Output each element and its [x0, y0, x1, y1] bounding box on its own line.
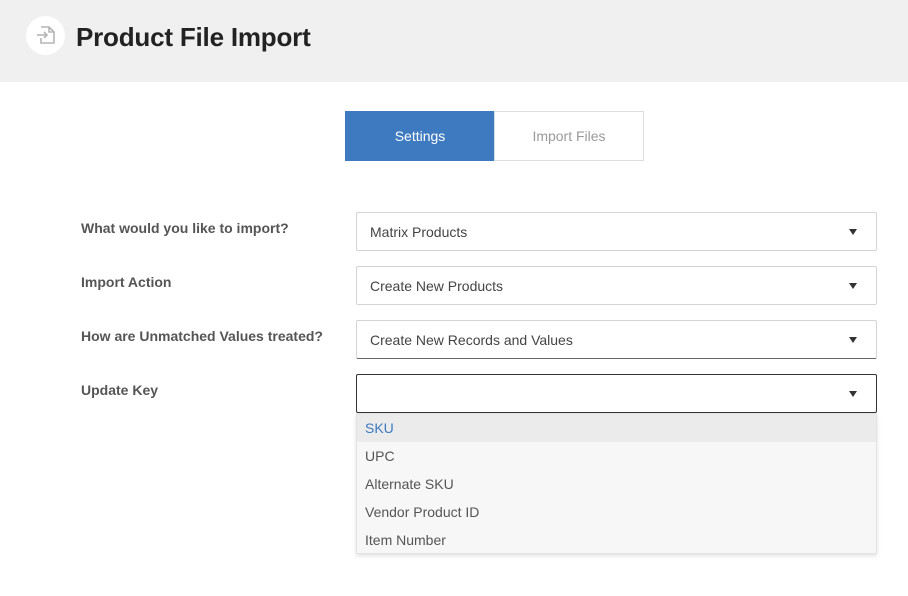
import-type-label: What would you like to import?	[81, 220, 289, 236]
tab-bar: Settings Import Files	[345, 111, 644, 161]
chevron-down-icon	[849, 391, 857, 397]
update-key-select[interactable]	[356, 374, 877, 413]
page-title: Product File Import	[76, 22, 311, 52]
file-import-icon	[37, 26, 55, 44]
dropdown-option[interactable]: UPC	[357, 442, 876, 470]
import-type-select[interactable]: Matrix Products	[356, 212, 877, 251]
import-action-select[interactable]: Create New Products	[356, 266, 877, 305]
tab-import-files[interactable]: Import Files	[494, 111, 644, 161]
chevron-down-icon	[849, 229, 857, 235]
unmatched-values-value: Create New Records and Values	[370, 331, 573, 348]
import-action-label: Import Action	[81, 274, 172, 290]
tab-settings[interactable]: Settings	[345, 111, 495, 161]
update-key-label: Update Key	[81, 382, 159, 398]
dropdown-option[interactable]: Item Number	[357, 526, 876, 554]
dropdown-option[interactable]: Vendor Product ID	[357, 498, 876, 526]
unmatched-values-select[interactable]: Create New Records and Values	[356, 320, 877, 359]
dropdown-option[interactable]: SKU	[357, 414, 876, 442]
import-type-value: Matrix Products	[370, 223, 468, 240]
chevron-down-icon	[849, 283, 857, 289]
update-key-dropdown: SKU UPC Alternate SKU Vendor Product ID …	[356, 413, 877, 554]
file-import-icon-wrapper	[26, 16, 65, 55]
unmatched-values-label: How are Unmatched Values treated?	[81, 328, 323, 344]
dropdown-option[interactable]: Alternate SKU	[357, 470, 876, 498]
import-action-value: Create New Products	[370, 277, 504, 294]
chevron-down-icon	[849, 337, 857, 343]
page-header: Product File Import	[0, 0, 908, 82]
